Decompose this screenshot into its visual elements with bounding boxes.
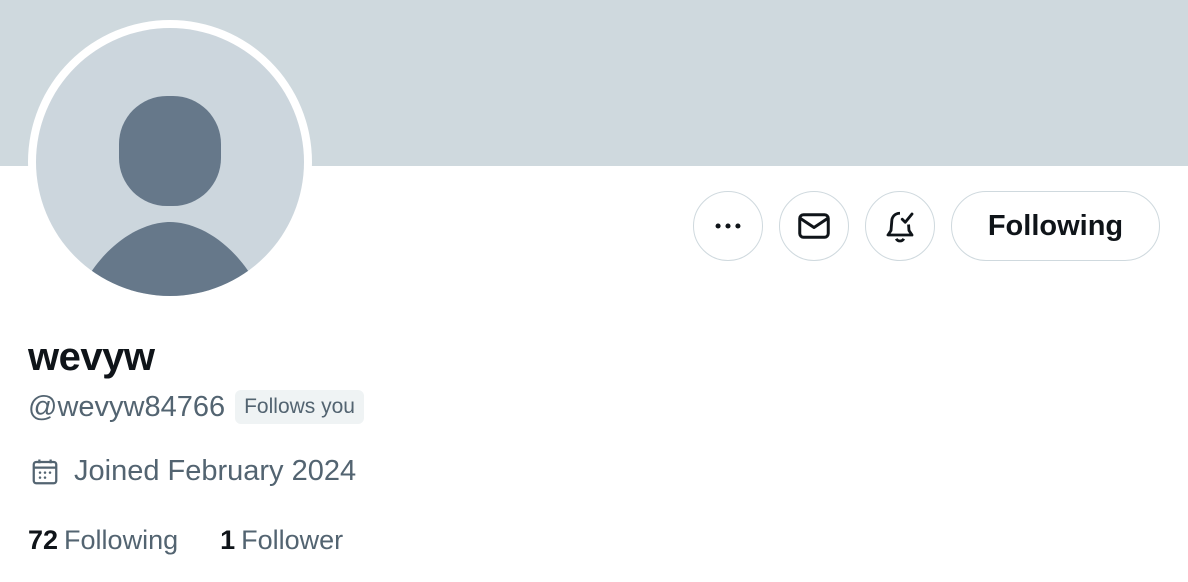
message-button[interactable] (779, 191, 849, 261)
envelope-icon (798, 213, 830, 239)
following-count-link[interactable]: 72 Following (28, 525, 178, 556)
profile-avatar[interactable] (28, 20, 312, 304)
default-avatar-icon (36, 28, 304, 296)
followers-count: 1 (220, 525, 236, 555)
bell-check-icon (886, 211, 914, 243)
joined-date: Joined February 2024 (74, 455, 357, 487)
following-label: Following (64, 525, 179, 555)
handle-row: @wevyw84766 Follows you (28, 390, 364, 424)
notifications-button[interactable] (865, 191, 935, 261)
more-horizontal-icon (715, 223, 741, 229)
following-button[interactable]: Following (951, 191, 1160, 261)
followers-label: Follower (241, 525, 344, 555)
followers-count-link[interactable]: 1 Follower (220, 525, 343, 556)
more-button[interactable] (693, 191, 763, 261)
following-count: 72 (28, 525, 59, 555)
follows-you-badge: Follows you (235, 390, 364, 424)
profile-actions: Following (693, 191, 1160, 261)
user-handle: @wevyw84766 (28, 390, 226, 423)
joined-date-row: Joined February 2024 (30, 455, 356, 488)
display-name: wevyw (28, 335, 155, 379)
follow-stats: 72 Following 1 Follower (28, 525, 343, 556)
calendar-icon (32, 459, 58, 484)
